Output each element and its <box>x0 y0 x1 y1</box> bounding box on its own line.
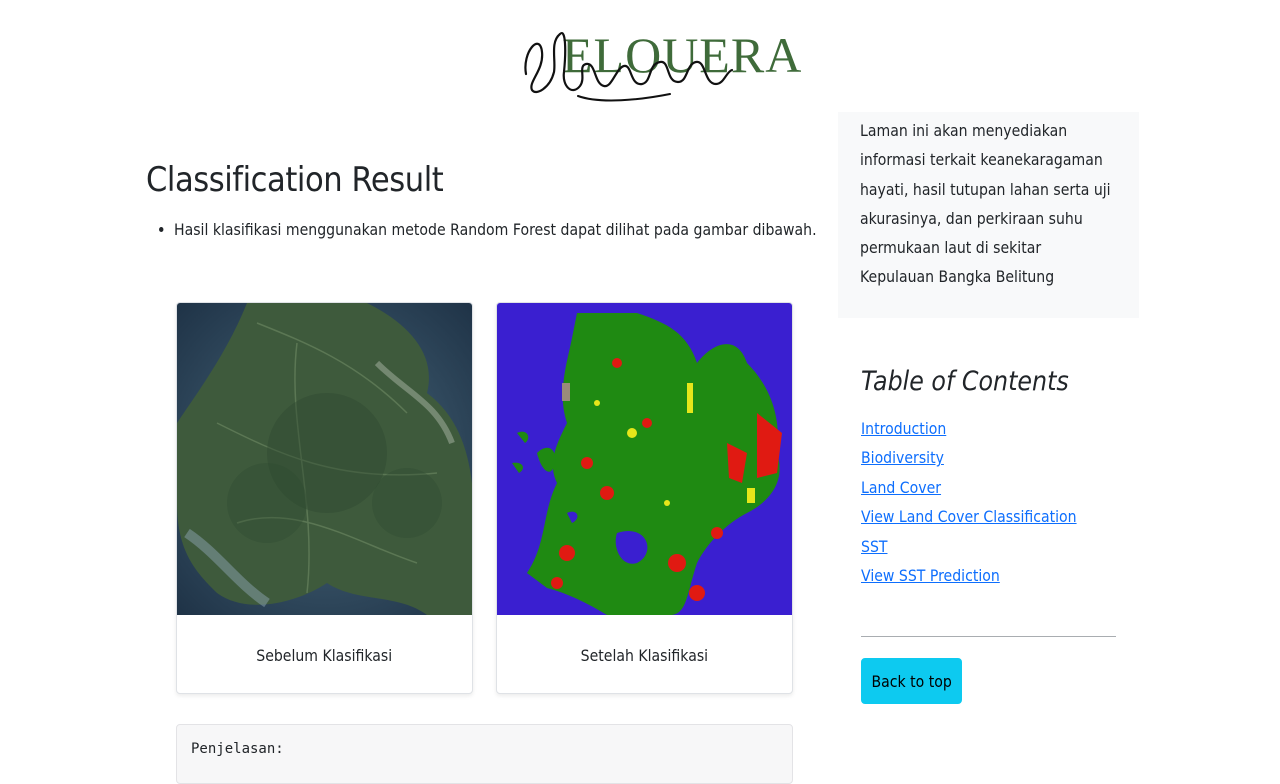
back-to-top-label: Back to top <box>871 671 952 691</box>
explanation-label: Penjelasan: <box>191 741 284 757</box>
card-before-classification: Sebelum Klasifikasi <box>176 302 473 694</box>
toc-title: Table of Contents <box>861 366 1069 397</box>
toc-link-view-land-cover-classification[interactable]: View Land Cover Classification <box>861 502 1077 531</box>
toc-link-biodiversity[interactable]: Biodiversity <box>861 443 944 472</box>
caption-text: Setelah Klasifikasi <box>580 645 709 665</box>
sidebar-divider <box>861 636 1116 637</box>
toc-list: Introduction Biodiversity Land Cover Vie… <box>861 414 1106 590</box>
back-to-top-button[interactable]: Back to top <box>861 658 962 704</box>
caption-text: Sebelum Klasifikasi <box>256 645 393 665</box>
description-item: Hasil klasifikasi menggunakan metode Ran… <box>174 216 817 244</box>
about-box: Laman ini akan menyediakan informasi ter… <box>838 112 1139 318</box>
card-after-classification: Setelah Klasifikasi <box>496 302 793 694</box>
card-caption: Sebelum Klasifikasi <box>177 615 472 693</box>
explanation-code-block: Penjelasan: <box>176 724 793 784</box>
page-title: Classification Result <box>146 160 444 200</box>
description-list: Hasil klasifikasi menggunakan metode Ran… <box>146 216 817 244</box>
toc-link-land-cover[interactable]: Land Cover <box>861 473 941 502</box>
logo-script-icon <box>524 31 734 102</box>
about-text: Laman ini akan menyediakan informasi ter… <box>860 121 1111 287</box>
classified-map-image <box>497 303 792 615</box>
satellite-map-image <box>177 303 472 615</box>
toc-link-sst[interactable]: SST <box>861 532 887 561</box>
toc-link-introduction[interactable]: Introduction <box>861 414 946 443</box>
site-logo[interactable]: ELOUERA <box>520 12 801 102</box>
card-caption: Setelah Klasifikasi <box>497 615 792 693</box>
toc-link-view-sst-prediction[interactable]: View SST Prediction <box>861 561 1000 590</box>
